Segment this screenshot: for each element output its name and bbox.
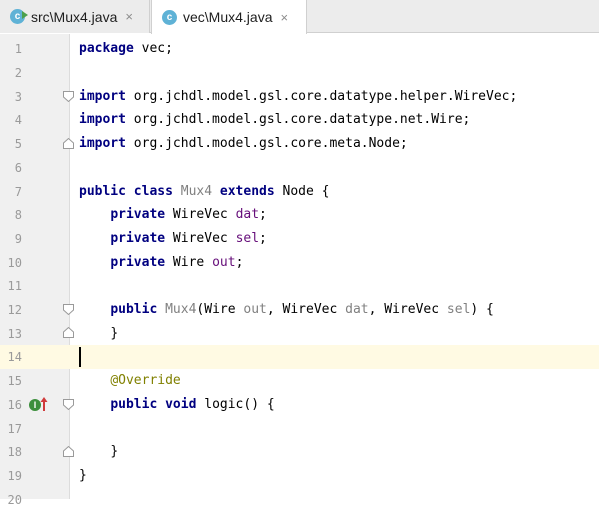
line-number: 14 — [7, 350, 22, 364]
line-number: 1 — [14, 42, 22, 56]
line-number: 6 — [14, 161, 22, 175]
line-number: 3 — [14, 90, 22, 104]
fold-start-icon[interactable] — [63, 91, 74, 102]
line-number: 2 — [14, 66, 22, 80]
line-number: 17 — [7, 422, 22, 436]
code-line: import org.jchdl.model.gsl.core.datatype… — [79, 89, 518, 104]
fold-end-icon[interactable] — [63, 446, 74, 457]
line-number: 7 — [14, 185, 22, 199]
editor-tab-bar: c src\Mux4.java × c vec\Mux4.java × — [0, 0, 599, 34]
line-number: 10 — [7, 256, 22, 270]
code-line: import org.jchdl.model.gsl.core.datatype… — [79, 112, 471, 127]
close-icon[interactable]: × — [125, 9, 133, 24]
line-number: 12 — [7, 303, 22, 317]
code-line: public void logic() { — [110, 397, 275, 412]
override-arrow-icon[interactable] — [40, 396, 48, 412]
tab-label: src\Mux4.java — [31, 8, 118, 25]
current-line-highlight — [70, 345, 599, 369]
code-line: import org.jchdl.model.gsl.core.meta.Nod… — [79, 136, 408, 151]
code-line: public Mux4(Wire out, WireVec dat, WireV… — [110, 302, 494, 317]
line-number: 18 — [7, 445, 22, 459]
line-number: 11 — [7, 279, 22, 293]
code-line: } — [110, 326, 119, 341]
line-number: 13 — [7, 327, 22, 341]
fold-start-icon[interactable] — [63, 304, 74, 315]
code-line: } — [79, 468, 87, 483]
tab-vec-mux4[interactable]: c vec\Mux4.java × — [151, 0, 307, 34]
line-number: 9 — [14, 232, 22, 246]
code-line: } — [110, 444, 119, 459]
fold-end-icon[interactable] — [63, 327, 74, 338]
line-number: 15 — [7, 374, 22, 388]
fold-end-icon[interactable] — [63, 138, 74, 149]
line-number: 16 — [7, 398, 22, 412]
tab-label: vec\Mux4.java — [183, 9, 273, 25]
line-number: 19 — [7, 469, 22, 483]
line-number: 8 — [14, 208, 22, 222]
code-line: package vec; — [79, 41, 173, 56]
code-line: private WireVec sel; — [110, 231, 267, 246]
code-line: private Wire out; — [110, 255, 244, 270]
code-line: private WireVec dat; — [110, 207, 267, 222]
fold-start-icon[interactable] — [63, 399, 74, 410]
java-class-icon: c — [162, 9, 177, 25]
line-number: 4 — [14, 113, 22, 127]
code-line: public class Mux4 extends Node { — [79, 184, 330, 199]
line-number: 5 — [14, 137, 22, 151]
tab-src-mux4[interactable]: c src\Mux4.java × — [0, 0, 150, 33]
text-caret — [79, 347, 81, 367]
line-number: 20 — [7, 493, 22, 507]
close-icon[interactable]: × — [280, 10, 288, 25]
code-line: @Override — [110, 373, 181, 388]
java-class-icon: c — [10, 9, 28, 24]
